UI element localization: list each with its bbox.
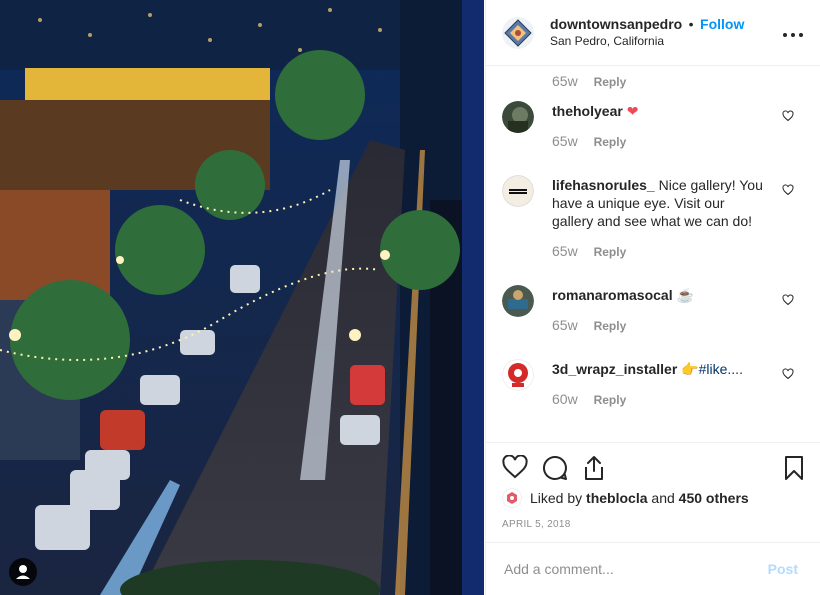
liker-username[interactable]: theblocla — [586, 490, 647, 506]
comment-item: theholyear ❤ 65w Reply — [486, 101, 820, 175]
street-night-photo — [0, 0, 484, 595]
reply-button[interactable]: Reply — [594, 245, 627, 259]
heart-outline-icon — [782, 110, 794, 122]
tagged-users-button[interactable] — [9, 558, 37, 586]
commenter-username[interactable]: romanaromasocal — [552, 287, 673, 303]
heart-outline-icon — [782, 368, 794, 380]
comment-like-button[interactable] — [782, 293, 794, 311]
comment-time: 60w — [552, 391, 578, 407]
comment-like-button[interactable] — [782, 367, 794, 385]
commenter-avatar[interactable] — [502, 175, 534, 207]
comment-button[interactable] — [542, 455, 568, 486]
post-details-panel: downtownsanpedro • Follow San Pedro, Cal… — [485, 0, 820, 595]
commenter-avatar[interactable] — [502, 359, 534, 391]
bookmark-icon — [785, 456, 803, 480]
post-header: downtownsanpedro • Follow San Pedro, Cal… — [486, 0, 820, 66]
likes-prefix: Liked by — [530, 490, 583, 506]
save-button[interactable] — [784, 455, 804, 486]
comment-time: 65w — [552, 73, 578, 89]
post-photo[interactable] — [0, 0, 484, 595]
comment-time: 65w — [552, 133, 578, 149]
comment-item: romanaromasocal ☕ 65w Reply — [486, 285, 820, 359]
post-location[interactable]: San Pedro, California — [550, 33, 782, 49]
post-comment-button[interactable]: Post — [762, 560, 804, 578]
commenter-avatar[interactable] — [502, 101, 534, 133]
more-horizontal-icon — [783, 33, 803, 37]
add-comment-bar: Post — [486, 542, 820, 595]
comment-like-button[interactable] — [782, 183, 794, 201]
comment-emoji: ☕ — [676, 287, 694, 303]
commenter-username[interactable]: theholyear — [552, 103, 623, 119]
comment-time: 65w — [552, 317, 578, 333]
account-username[interactable]: downtownsanpedro — [550, 16, 682, 32]
reply-button[interactable]: Reply — [594, 393, 627, 407]
comment-item: lifehasnorules_ Nice gallery! You have a… — [486, 175, 820, 285]
comment-emoji: ❤ — [626, 103, 639, 119]
comment-icon — [543, 455, 567, 480]
comment-meta: 65w Reply — [486, 67, 820, 101]
heart-outline-icon — [782, 294, 794, 306]
likes-count-link[interactable]: 450 others — [679, 490, 749, 506]
post-date[interactable]: APRIL 5, 2018 — [502, 519, 571, 530]
more-options-button[interactable] — [782, 22, 804, 43]
header-separator: • — [688, 16, 694, 32]
comment-time: 65w — [552, 243, 578, 259]
user-icon — [16, 565, 30, 579]
likes-and: and — [651, 490, 675, 506]
reply-button[interactable]: Reply — [594, 75, 627, 89]
heart-outline-icon — [782, 184, 794, 196]
share-icon — [585, 456, 603, 480]
heart-icon — [502, 454, 528, 479]
comments-list[interactable]: 65w Reply theholyear ❤ 65w Reply lifehas… — [486, 67, 820, 441]
commenter-avatar[interactable] — [502, 285, 534, 317]
liker-avatar[interactable] — [502, 488, 522, 508]
share-button[interactable] — [582, 455, 606, 486]
reply-button[interactable]: Reply — [594, 319, 627, 333]
follow-button[interactable]: Follow — [700, 16, 744, 32]
comment-text: 👉#like.... — [681, 361, 743, 377]
commenter-username[interactable]: 3d_wrapz_installer — [552, 361, 677, 377]
likes-summary: Liked by theblocla and 450 others — [502, 488, 749, 508]
comment-item: 3d_wrapz_installer 👉#like.... 60w Reply — [486, 359, 820, 433]
reply-button[interactable]: Reply — [594, 135, 627, 149]
comment-input[interactable] — [502, 560, 762, 578]
commenter-username[interactable]: lifehasnorules_ — [552, 177, 655, 193]
like-button[interactable] — [502, 454, 528, 484]
comment-like-button[interactable] — [782, 109, 794, 127]
account-avatar[interactable] — [502, 16, 534, 49]
